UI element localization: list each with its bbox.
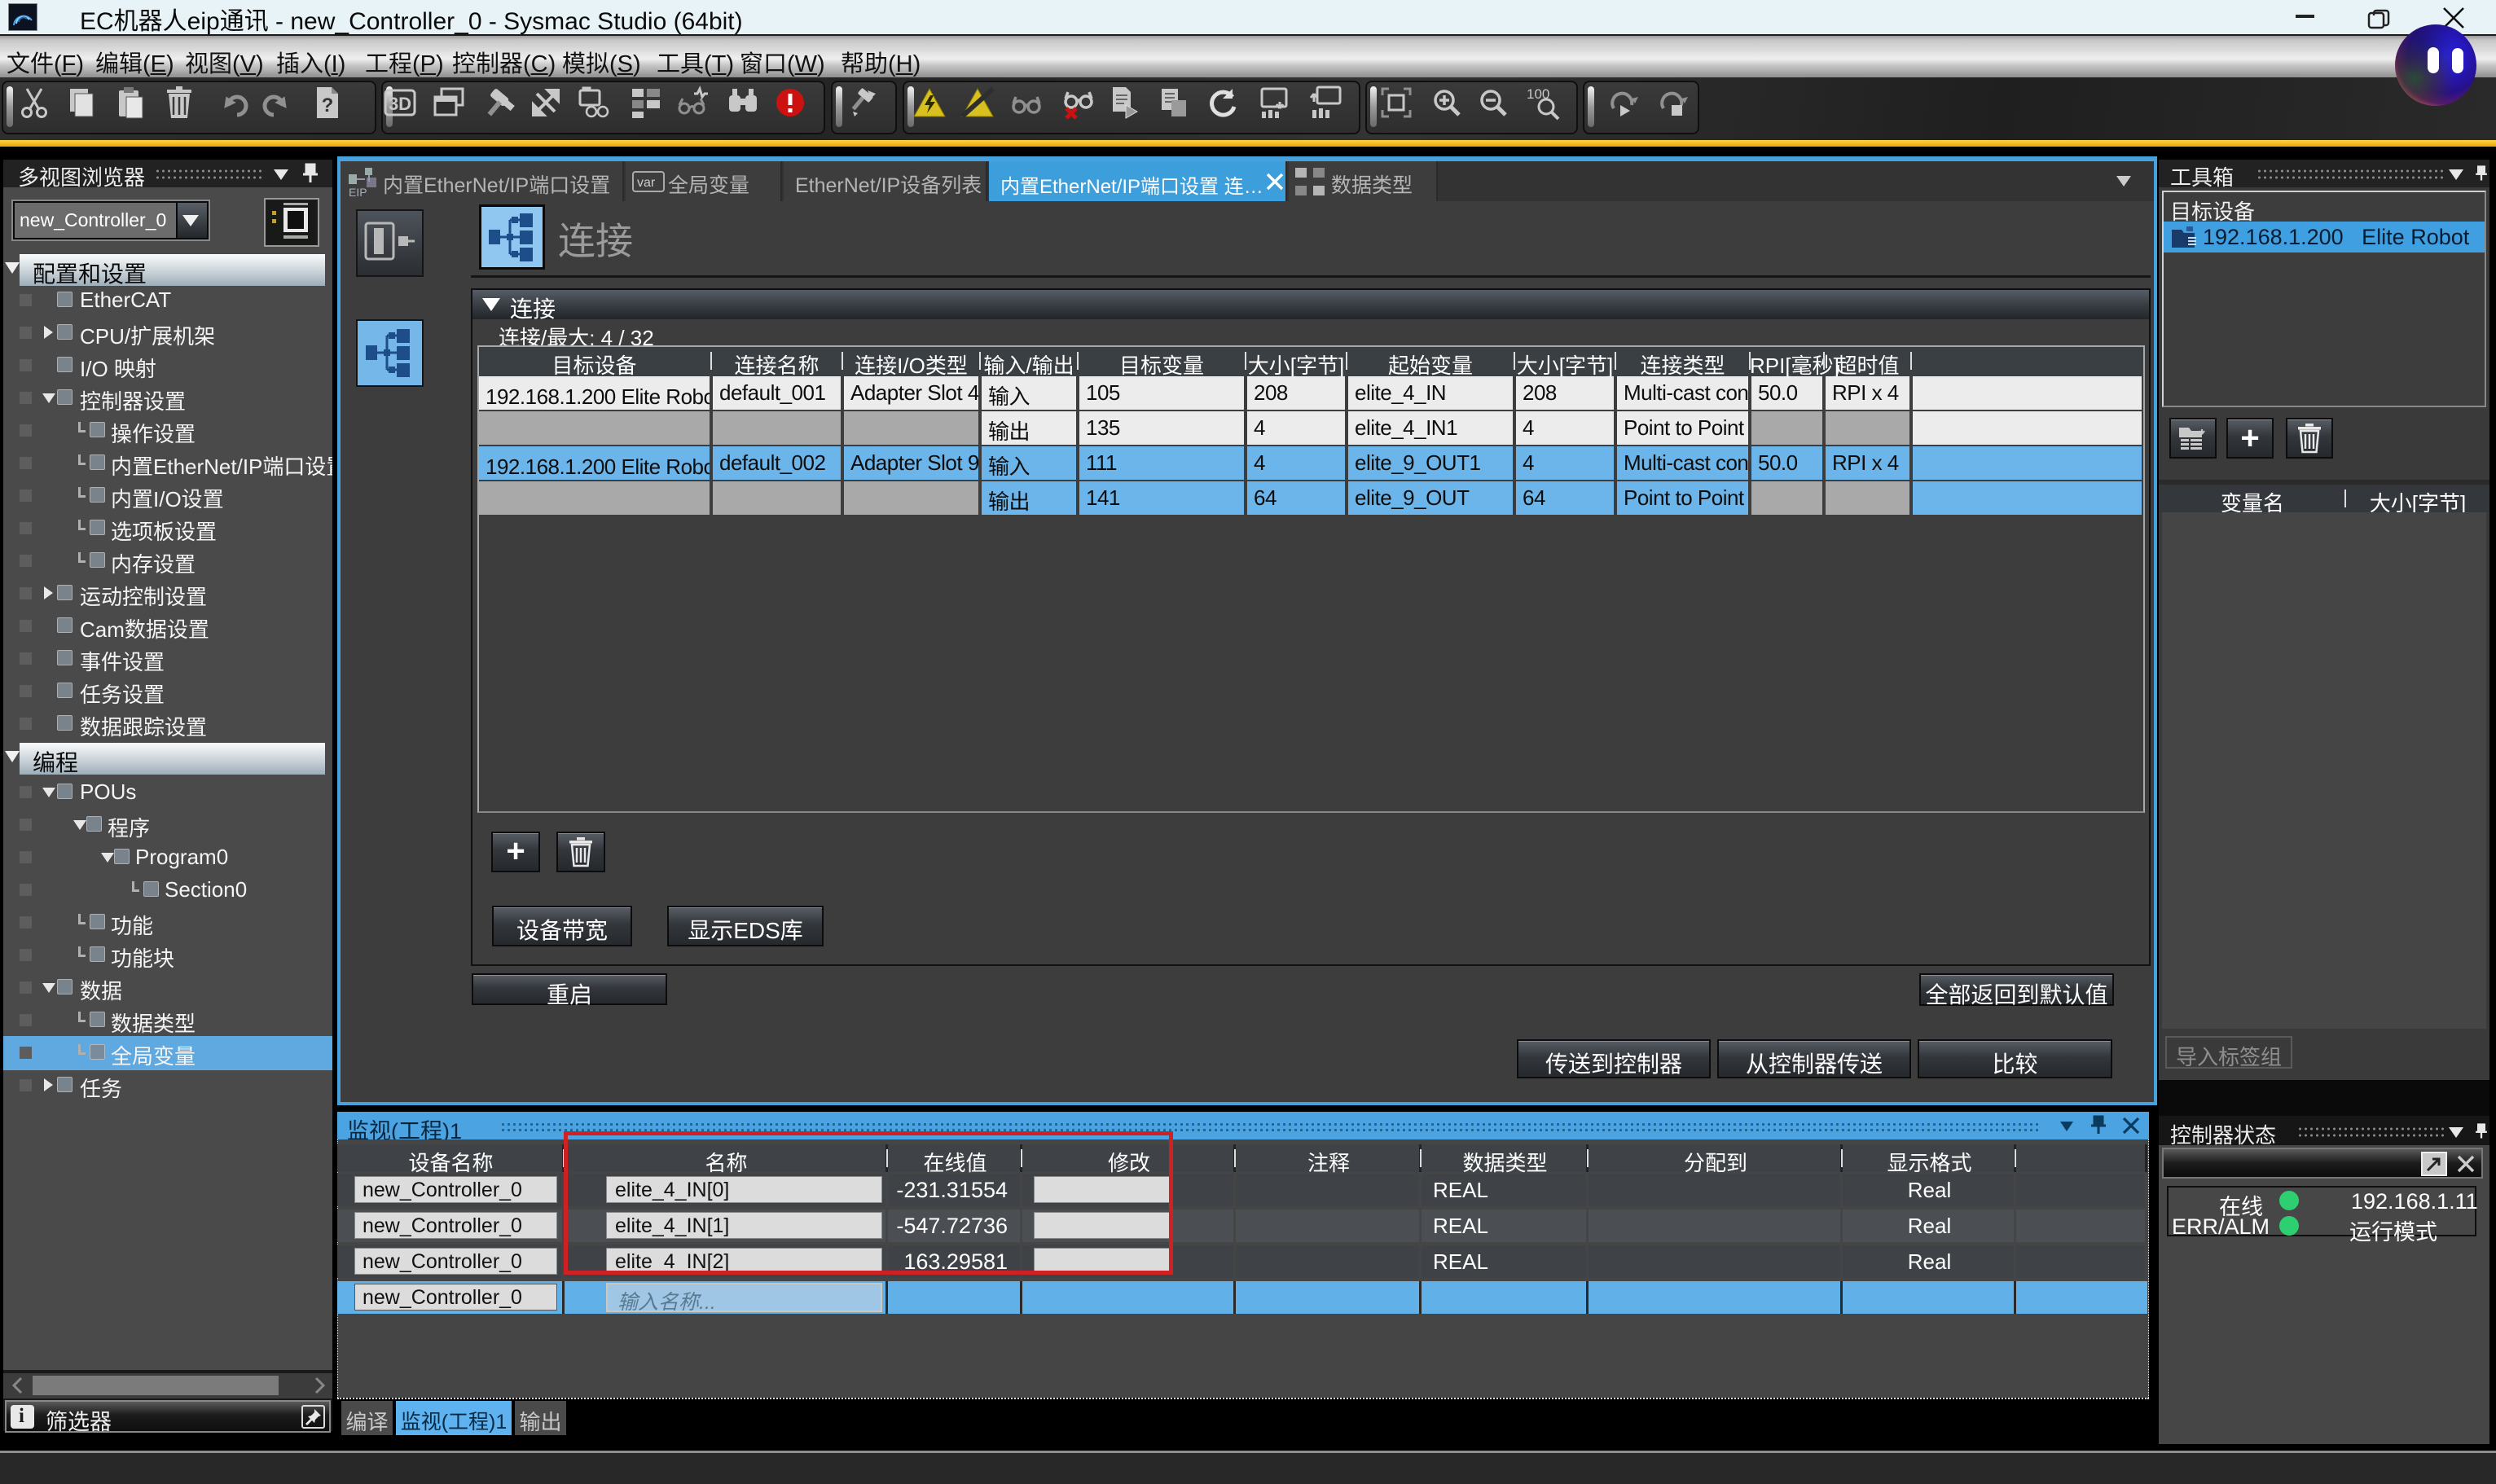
svg-text:var: var [637, 176, 656, 190]
svg-text:3D: 3D [389, 94, 411, 114]
svg-text:EIP: EIP [349, 186, 367, 199]
svg-text:?: ? [322, 94, 334, 116]
